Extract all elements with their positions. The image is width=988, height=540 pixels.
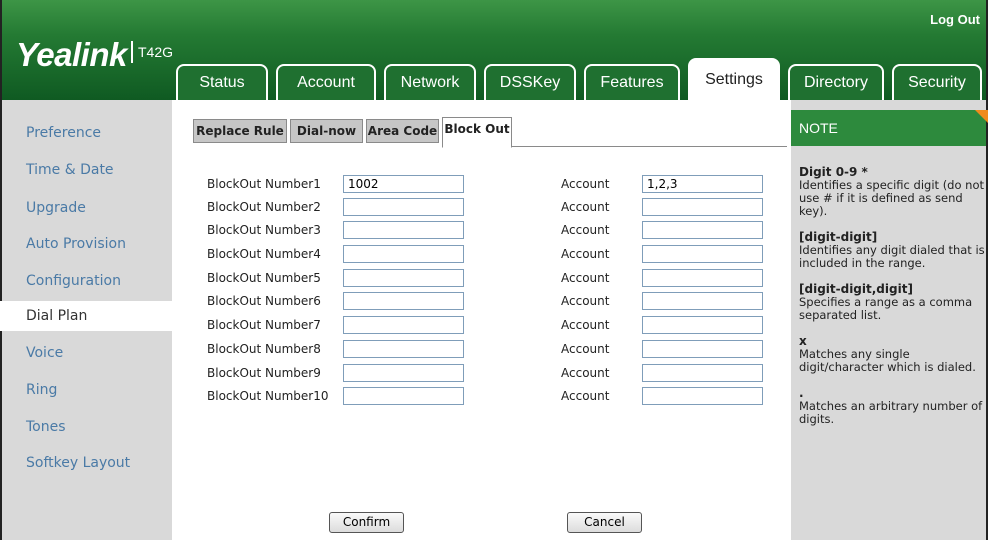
blockout-label-5: BlockOut Number5	[207, 271, 321, 285]
blockout-number-8[interactable]	[343, 340, 464, 358]
account-field-4[interactable]	[642, 245, 763, 263]
subtab-block-out[interactable]: Block Out	[442, 117, 512, 148]
blockout-label-9: BlockOut Number9	[207, 366, 321, 380]
blockout-number-10[interactable]	[343, 387, 464, 405]
tab-features[interactable]: Features	[584, 64, 680, 100]
blockout-number-3[interactable]	[343, 221, 464, 239]
note-section: . Matches an arbitrary number of digits.	[799, 387, 985, 426]
account-field-7[interactable]	[642, 316, 763, 334]
account-field-5[interactable]	[642, 269, 763, 287]
blockout-label-8: BlockOut Number8	[207, 342, 321, 356]
account-label-5: Account	[561, 271, 610, 285]
blockout-label-1: BlockOut Number1	[207, 177, 321, 191]
blockout-number-4[interactable]	[343, 245, 464, 263]
tab-account[interactable]: Account	[276, 64, 376, 100]
cancel-button[interactable]: Cancel	[567, 512, 642, 533]
model-label: T42G	[131, 41, 173, 63]
note-section-text: Identifies a specific digit (do not use …	[799, 178, 984, 218]
blockout-label-3: BlockOut Number3	[207, 223, 321, 237]
note-section: Digit 0-9 * Identifies a specific digit …	[799, 166, 985, 218]
account-label-10: Account	[561, 389, 610, 403]
blockout-label-4: BlockOut Number4	[207, 247, 321, 261]
note-corner-marker	[975, 110, 988, 124]
account-label-1: Account	[561, 177, 610, 191]
sidebar-item-time-date[interactable]: Time & Date	[0, 155, 170, 185]
note-section-text: Matches any single digit/character which…	[799, 347, 976, 374]
account-label-2: Account	[561, 200, 610, 214]
subtab-area-code[interactable]: Area Code	[366, 119, 439, 143]
account-label-4: Account	[561, 247, 610, 261]
account-label-8: Account	[561, 342, 610, 356]
note-section: x Matches any single digit/character whi…	[799, 335, 985, 374]
sidebar-item-upgrade[interactable]: Upgrade	[0, 193, 170, 223]
tab-dsskey[interactable]: DSSKey	[484, 64, 576, 100]
tab-directory[interactable]: Directory	[788, 64, 884, 100]
tab-status[interactable]: Status	[176, 64, 268, 100]
blockout-label-6: BlockOut Number6	[207, 294, 321, 308]
account-label-9: Account	[561, 366, 610, 380]
account-field-1[interactable]	[642, 175, 763, 193]
blockout-number-9[interactable]	[343, 364, 464, 382]
blockout-number-5[interactable]	[343, 269, 464, 287]
account-field-10[interactable]	[642, 387, 763, 405]
sidebar-item-voice[interactable]: Voice	[0, 338, 170, 368]
blockout-number-7[interactable]	[343, 316, 464, 334]
subtab-replace-rule[interactable]: Replace Rule	[193, 119, 287, 143]
sidebar-item-tones[interactable]: Tones	[0, 412, 170, 442]
sidebar-item-dial-plan[interactable]: Dial Plan	[0, 301, 172, 331]
note-section-text: Matches an arbitrary number of digits.	[799, 399, 983, 426]
account-field-6[interactable]	[642, 292, 763, 310]
note-section-text: Specifies a range as a comma separated l…	[799, 295, 973, 322]
account-label-7: Account	[561, 318, 610, 332]
blockout-label-7: BlockOut Number7	[207, 318, 321, 332]
blockout-number-2[interactable]	[343, 198, 464, 216]
tab-network[interactable]: Network	[384, 64, 476, 100]
account-field-9[interactable]	[642, 364, 763, 382]
note-body: Digit 0-9 * Identifies a specific digit …	[799, 166, 985, 439]
logout-link[interactable]: Log Out	[930, 12, 980, 27]
note-title: NOTE	[791, 110, 986, 146]
account-label-6: Account	[561, 294, 610, 308]
note-section: [digit-digit,digit] Specifies a range as…	[799, 283, 985, 322]
sidebar-item-auto-provision[interactable]: Auto Provision	[0, 229, 170, 259]
subtab-divider	[512, 146, 787, 147]
note-section: [digit-digit] Identifies any digit diale…	[799, 231, 985, 270]
note-section-text: Identifies any digit dialed that is incl…	[799, 243, 985, 270]
account-field-2[interactable]	[642, 198, 763, 216]
sidebar-item-preference[interactable]: Preference	[0, 118, 170, 148]
tab-security[interactable]: Security	[892, 64, 982, 100]
blockout-label-10: BlockOut Number10	[207, 389, 329, 403]
confirm-button[interactable]: Confirm	[329, 512, 404, 533]
blockout-number-1[interactable]	[343, 175, 464, 193]
account-field-8[interactable]	[642, 340, 763, 358]
blockout-label-2: BlockOut Number2	[207, 200, 321, 214]
subtab-dial-now[interactable]: Dial-now	[290, 119, 363, 143]
brand-logo: Yealink	[16, 36, 127, 73]
account-label-3: Account	[561, 223, 610, 237]
blockout-number-6[interactable]	[343, 292, 464, 310]
account-field-3[interactable]	[642, 221, 763, 239]
sidebar-item-ring[interactable]: Ring	[0, 375, 170, 405]
sidebar-item-configuration[interactable]: Configuration	[0, 266, 170, 296]
tab-settings[interactable]: Settings	[688, 58, 780, 102]
sidebar-item-softkey-layout[interactable]: Softkey Layout	[0, 448, 170, 478]
